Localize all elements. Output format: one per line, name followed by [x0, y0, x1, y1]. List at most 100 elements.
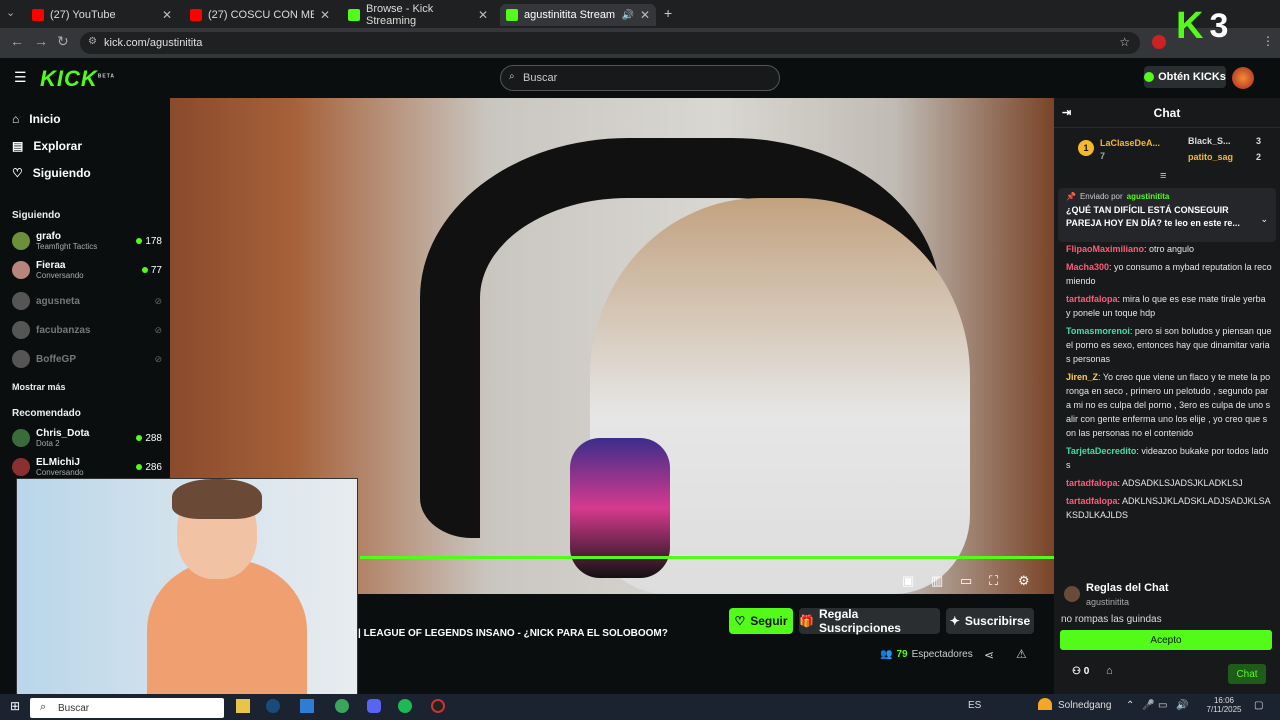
menu-icon[interactable]: ☰ — [14, 69, 27, 86]
network-icon[interactable]: ▭ — [1158, 700, 1167, 711]
chat-username[interactable]: tartadfalopa — [1066, 294, 1118, 304]
pinned-by-label: Enviado por — [1079, 192, 1123, 201]
store-icon[interactable]: ⌂ — [1106, 665, 1113, 677]
new-tab-button[interactable]: + — [664, 5, 672, 21]
mic-icon[interactable]: 🎤 — [1142, 700, 1154, 711]
chat-username[interactable]: FlipaoMaximiliano — [1066, 244, 1144, 254]
show-more-link[interactable]: Mostrar más — [12, 382, 66, 392]
chat-messages: FlipaoMaximiliano: otro angulo Macha300: … — [1066, 242, 1272, 526]
avatar — [12, 429, 30, 447]
home-icon: ⌂ — [12, 112, 20, 126]
chat-send-button[interactable]: Chat — [1228, 664, 1266, 684]
tab-youtube[interactable]: (27) YouTube ✕ — [26, 4, 178, 26]
back-icon[interactable]: ← — [10, 33, 24, 49]
weather-label[interactable]: Solnedgang — [1058, 700, 1111, 711]
chrome-icon[interactable] — [335, 699, 349, 713]
address-bar-row: ← → ↻ ⚙ kick.com/agustinitita ☆ ⋮ — [0, 28, 1280, 58]
pip-icon[interactable]: ▣ — [902, 573, 914, 589]
chat-message: FlipaoMaximiliano: otro angulo — [1066, 242, 1272, 256]
tab-list-icon[interactable]: ⌄ — [6, 6, 15, 19]
chat-header: ⇥ Chat — [1054, 98, 1280, 128]
search-icon: ⌕ — [40, 701, 47, 713]
collapse-chat-icon[interactable]: ⇥ — [1062, 106, 1071, 119]
follow-button[interactable]: ♡ Seguir — [729, 608, 793, 634]
get-kicks-button[interactable]: Obtén KICKs — [1144, 66, 1226, 88]
following-channel[interactable]: grafo Teamfight Tactics 178 — [12, 228, 162, 254]
subscribe-button[interactable]: ✦ Suscribirse — [946, 608, 1034, 634]
chat-username[interactable]: TarjetaDecredito — [1066, 446, 1136, 456]
gift-leaderboard: 1 LaClaseDeA... 7 Black_S... 3 patito_sa… — [1054, 128, 1280, 168]
discord-icon[interactable] — [367, 699, 381, 713]
tab-label: (27) COSCU CON MERNUEL, M — [208, 9, 314, 21]
tray-chevron-icon[interactable]: ⌃ — [1126, 700, 1134, 711]
clock[interactable]: 16:06 7/11/2025 — [1206, 696, 1242, 714]
expand-icon[interactable]: ≡ — [1160, 170, 1166, 182]
theater-mode-icon[interactable]: ▭ — [960, 573, 972, 589]
sidebar-item-explorar[interactable]: ▤ Explorar — [12, 139, 82, 153]
video-progress-bar[interactable] — [360, 556, 1054, 559]
fullscreen-icon[interactable]: ⛶ — [989, 573, 998, 589]
chat-panel: ⇥ Chat 1 LaClaseDeA... 7 Black_S... 3 pa… — [1054, 98, 1280, 694]
chat-username[interactable]: Jiren_Z — [1066, 372, 1098, 382]
clip-icon[interactable]: ▥ — [931, 573, 943, 589]
leader-name[interactable]: patito_sag — [1188, 152, 1233, 162]
file-explorer-icon[interactable] — [236, 699, 250, 713]
avatar — [12, 458, 30, 476]
following-channel[interactable]: Fieraa Conversando 77 — [12, 257, 162, 283]
volume-icon[interactable]: 🔊 — [1176, 700, 1188, 711]
site-info-icon[interactable]: ⚙ — [88, 36, 97, 47]
sidebar-item-inicio[interactable]: ⌂ Inicio — [12, 112, 61, 126]
chat-username[interactable]: Tomasmorenoi — [1066, 326, 1130, 336]
search-input[interactable]: ⌕ Buscar — [500, 65, 780, 91]
accept-rules-button[interactable]: Acepto — [1060, 630, 1272, 650]
pinned-by-user[interactable]: agustinitita — [1127, 192, 1170, 201]
chevron-down-icon[interactable]: ⌄ — [1260, 214, 1268, 225]
user-avatar[interactable] — [1232, 67, 1254, 89]
app-icon[interactable] — [300, 699, 314, 713]
recommended-channel[interactable]: ELMichiJ Conversando 286 — [12, 454, 162, 480]
forward-icon[interactable]: → — [34, 33, 48, 49]
chat-message: tartadfalopa: ADSADKLSJADSJKLADKLSJ — [1066, 476, 1272, 490]
sidebar-item-siguiendo[interactable]: ♡ Siguiendo — [12, 166, 91, 180]
kicks-counter[interactable]: ⚇ 0 — [1072, 666, 1089, 677]
overlay-number: 3 — [1209, 6, 1229, 45]
youtube-icon — [32, 9, 44, 21]
recommended-channel[interactable]: Chris_Dota Dota 2 288 — [12, 425, 162, 451]
extension-icon[interactable] — [1152, 35, 1166, 49]
pinned-text: ¿QUÉ TAN DIFÍCIL ESTÁ CONSEGUIR PAREJA H… — [1066, 205, 1240, 228]
tab-agustinitita[interactable]: agustinitita Stream - Watch 🔊 ✕ — [500, 4, 656, 26]
chat-message: tartadfalopa: mira lo que es ese mate ti… — [1066, 292, 1272, 320]
share-icon[interactable]: ⋖ — [984, 648, 994, 662]
settings-gear-icon[interactable]: ⚙ — [1018, 573, 1030, 589]
url-field[interactable]: ⚙ kick.com/agustinitita ☆ — [80, 32, 1140, 54]
close-icon[interactable]: ✕ — [320, 8, 330, 22]
close-icon[interactable]: ✕ — [162, 8, 172, 22]
windows-start-icon[interactable]: ⊞ — [10, 699, 20, 713]
leader-name[interactable]: LaClaseDeA... — [1100, 138, 1160, 148]
close-icon[interactable]: ✕ — [478, 8, 488, 22]
leader-name[interactable]: Black_S... — [1188, 136, 1231, 146]
report-icon[interactable]: ⚠ — [1016, 647, 1027, 661]
chat-username[interactable]: tartadfalopa — [1066, 496, 1118, 506]
reload-icon[interactable]: ↻ — [57, 33, 69, 50]
obs-icon[interactable] — [431, 699, 445, 713]
taskbar-search-input[interactable]: ⌕ Buscar — [30, 698, 224, 718]
chat-username[interactable]: tartadfalopa — [1066, 478, 1118, 488]
bookmark-star-icon[interactable]: ☆ — [1119, 35, 1130, 49]
speaker-icon[interactable]: 🔊 — [621, 10, 633, 21]
channel-name: Fieraa — [36, 260, 66, 271]
gift-subs-button[interactable]: 🎁 Regala Suscripciones — [799, 607, 940, 635]
following-channel[interactable]: facubanzas ⊘ — [12, 317, 162, 343]
star-icon: ✦ — [949, 614, 960, 628]
close-icon[interactable]: ✕ — [640, 8, 650, 22]
tab-coscu[interactable]: (27) COSCU CON MERNUEL, M ✕ — [184, 4, 336, 26]
following-channel[interactable]: agusneta ⊘ — [12, 288, 162, 314]
tab-browse-kick[interactable]: Browse - Kick Streaming ✕ — [342, 3, 494, 27]
steam-icon[interactable] — [266, 699, 280, 713]
chat-username[interactable]: Macha300 — [1066, 262, 1109, 272]
notification-icon[interactable]: ▢ — [1254, 700, 1263, 711]
kick-logo[interactable]: KICKBETA — [40, 66, 115, 92]
following-channel[interactable]: BoffeGP ⊘ — [12, 346, 162, 372]
spotify-icon[interactable] — [398, 699, 412, 713]
language-indicator[interactable]: ES — [968, 700, 981, 711]
